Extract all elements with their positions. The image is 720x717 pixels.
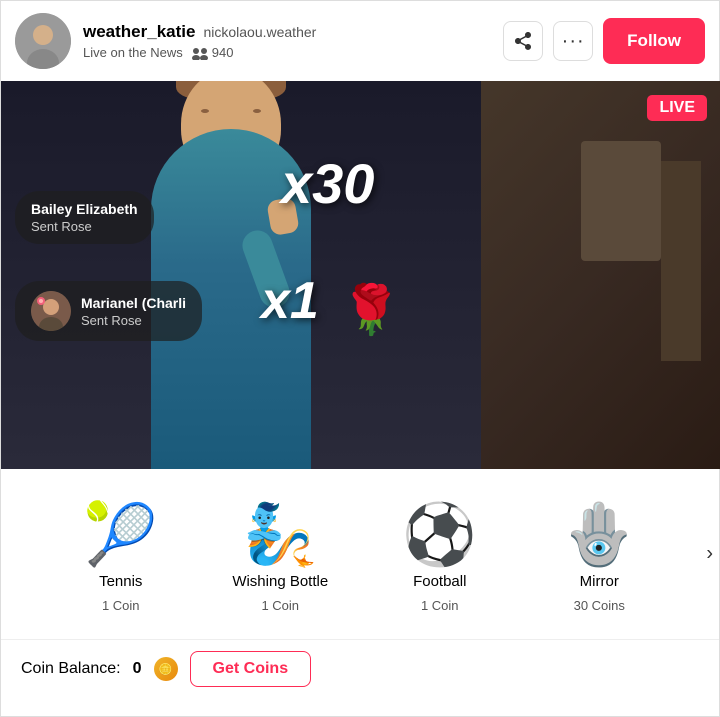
studio-element xyxy=(581,141,661,261)
tiktok-coin-icon: 🪙 xyxy=(154,657,178,681)
gift-item-mirror[interactable]: 🪬 Mirror 30 Coins xyxy=(549,505,649,613)
share-button[interactable] xyxy=(503,21,543,61)
chat-text-2: Marianel (Charli Sent Rose xyxy=(81,295,186,328)
share-icon xyxy=(513,31,533,51)
follow-button[interactable]: Follow xyxy=(603,18,705,64)
avatar[interactable] xyxy=(15,13,71,69)
bottom-bar: Coin Balance: 0 🪙 Get Coins xyxy=(1,639,719,698)
chat-avatar-img-2 xyxy=(31,291,71,331)
chat-text-1: Bailey Elizabeth Sent Rose xyxy=(31,201,138,234)
chat-action-1: Sent Rose xyxy=(31,219,138,234)
chat-action-2: Sent Rose xyxy=(81,313,186,328)
tennis-cost: 1 Coin xyxy=(102,598,140,613)
mirror-name: Mirror xyxy=(580,573,619,590)
header: weather_katie nickolaou.weather Live on … xyxy=(1,1,719,81)
coin-amount: 0 xyxy=(133,660,142,678)
chat-name-2: Marianel (Charli xyxy=(81,295,186,311)
wishing-bottle-icon: 🧞 xyxy=(243,505,318,565)
gift-item-football[interactable]: ⚽ Football 1 Coin xyxy=(390,505,490,613)
get-coins-button[interactable]: Get Coins xyxy=(190,651,312,687)
multiplier-1: x1 xyxy=(261,271,319,331)
football-icon: ⚽ xyxy=(402,505,477,565)
multiplier-30: x30 xyxy=(281,151,374,216)
football-name: Football xyxy=(413,573,466,590)
tennis-name: Tennis xyxy=(99,573,142,590)
live-badge: LIVE xyxy=(647,95,707,121)
wishing-bottle-cost: 1 Coin xyxy=(261,598,299,613)
coin-balance-label: Coin Balance: xyxy=(21,660,121,678)
rose-emoji: 🌹 xyxy=(341,281,401,338)
video-area: x30 x1 🌹 LIVE Bailey Elizabeth Sent Rose xyxy=(1,81,720,469)
live-status: Live on the News xyxy=(83,45,183,60)
viewer-count-container: 940 xyxy=(191,45,234,60)
gifts-scroll: 🎾 Tennis 1 Coin 🧞 Wishing Bottle 1 Coin … xyxy=(1,505,719,613)
header-actions: ··· Follow xyxy=(503,18,705,64)
chat-avatar-2 xyxy=(31,291,71,331)
gifts-section: 🎾 Tennis 1 Coin 🧞 Wishing Bottle 1 Coin … xyxy=(1,469,719,639)
football-cost: 1 Coin xyxy=(421,598,459,613)
chat-bubble-1: Bailey Elizabeth Sent Rose xyxy=(15,191,154,244)
chat-name-1: Bailey Elizabeth xyxy=(31,201,138,217)
viewers-icon xyxy=(191,46,209,60)
chat-bubble-2: Marianel (Charli Sent Rose xyxy=(15,281,202,341)
studio-pillar xyxy=(661,161,701,361)
more-icon: ··· xyxy=(562,30,585,53)
more-button[interactable]: ··· xyxy=(553,21,593,61)
wishing-bottle-name: Wishing Bottle xyxy=(232,573,328,590)
tennis-icon: 🎾 xyxy=(83,505,158,565)
mirror-icon: 🪬 xyxy=(562,505,637,565)
mirror-cost: 30 Coins xyxy=(574,598,625,613)
header-info: weather_katie nickolaou.weather Live on … xyxy=(83,22,491,60)
gift-item-wishing-bottle[interactable]: 🧞 Wishing Bottle 1 Coin xyxy=(230,505,330,613)
display-name: nickolaou.weather xyxy=(203,24,316,40)
scroll-right-button[interactable]: › xyxy=(706,543,713,566)
gift-item-tennis[interactable]: 🎾 Tennis 1 Coin xyxy=(71,505,171,613)
viewer-count: 940 xyxy=(212,45,234,60)
username: weather_katie xyxy=(83,22,195,42)
